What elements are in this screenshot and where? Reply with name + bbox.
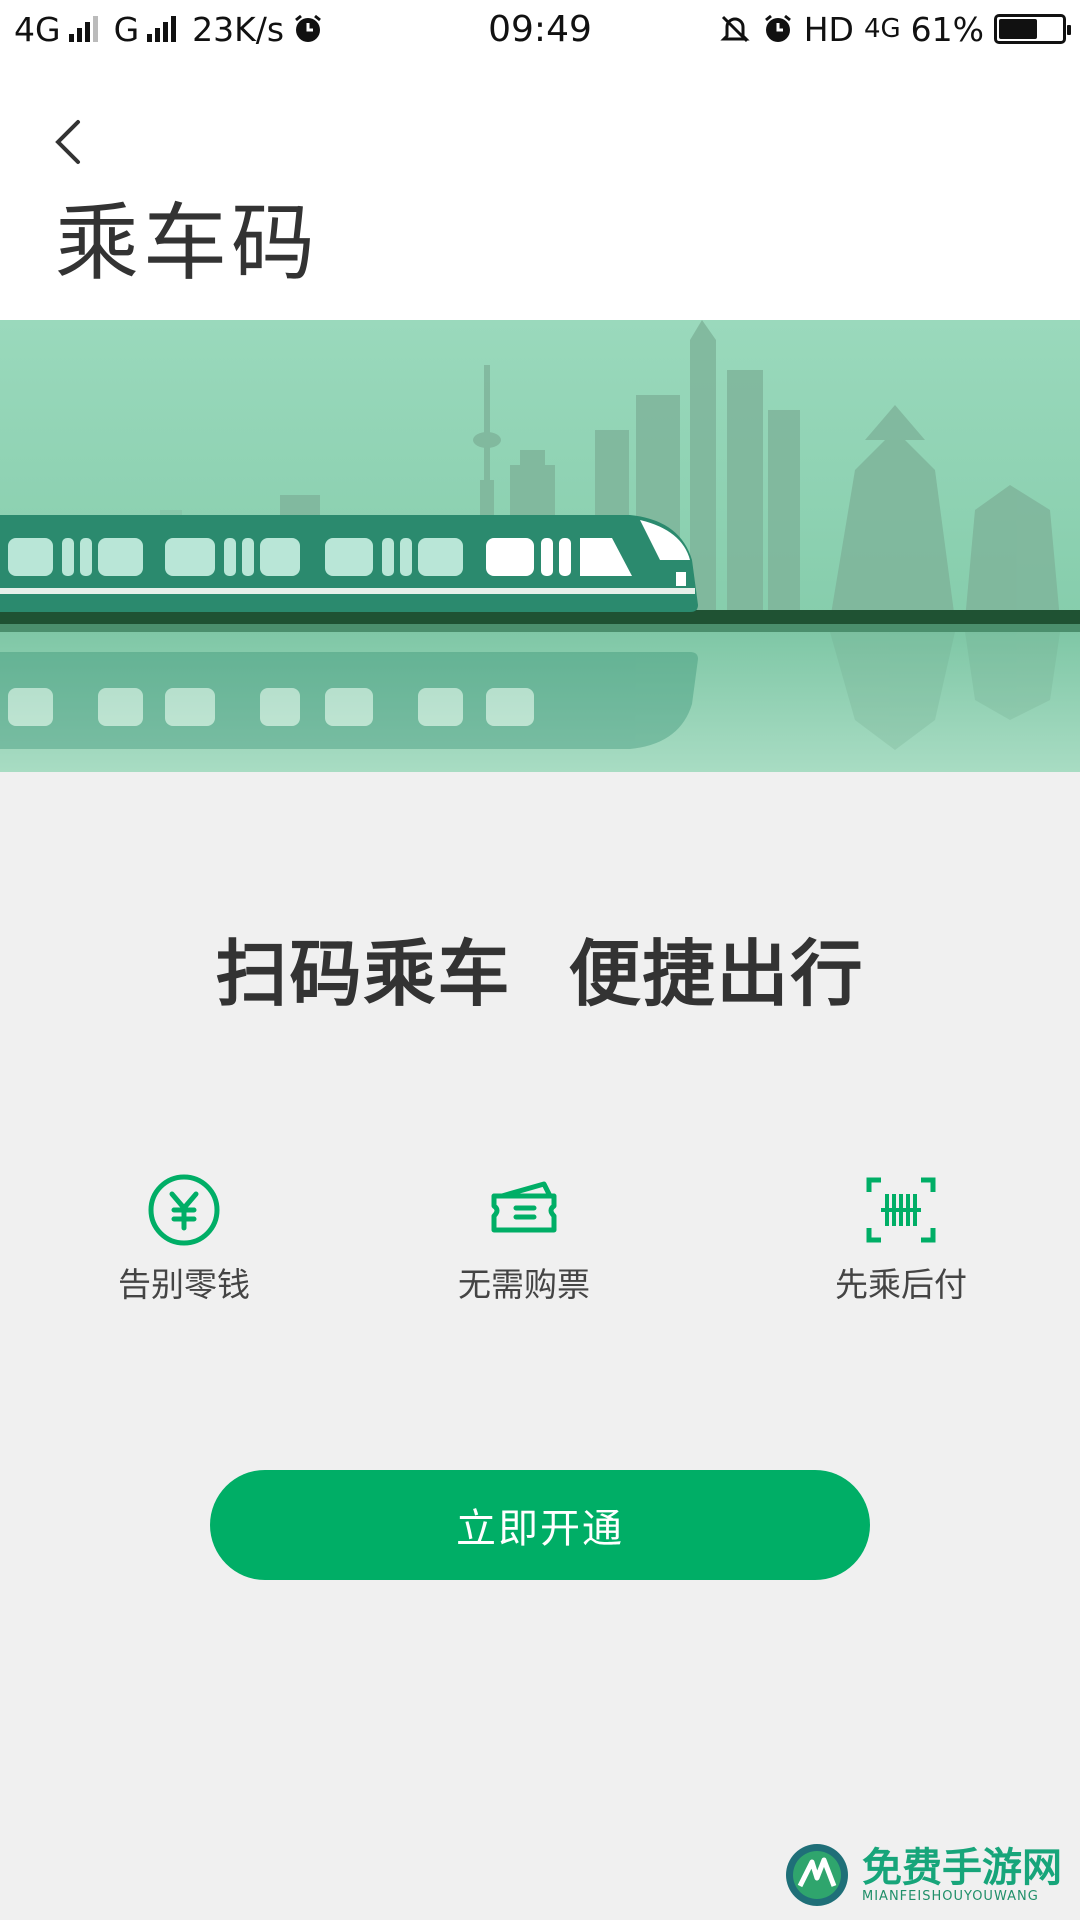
status-right: HD 4G 61% — [718, 9, 1071, 49]
train — [0, 515, 698, 612]
network-type-2: G — [113, 9, 140, 49]
feature-no-change: 告别零钱 — [84, 1170, 284, 1306]
network-type-3: 4G — [863, 14, 901, 44]
activate-button[interactable]: 立即开通 — [210, 1470, 870, 1580]
network-speed: 23K/s — [192, 9, 285, 49]
feature-label: 先乘后付 — [835, 1265, 967, 1304]
alarm-icon — [295, 14, 322, 42]
feature-no-ticket: 无需购票 — [424, 1170, 624, 1306]
watermark: 免费手游网 MIANFEISHOUYOUWANG — [782, 1840, 1062, 1910]
slogan: 扫码乘车 便捷出行 — [215, 932, 865, 1016]
city-train-illustration — [0, 320, 1080, 772]
features-row: 告别零钱 无需购票 先乘后付 — [0, 1170, 1080, 1320]
chevron-left-icon — [55, 120, 80, 164]
page-title: 乘车码 — [55, 194, 320, 292]
back-button[interactable] — [40, 98, 100, 178]
status-bar: 4G G 23K/s 09:49 HD 4G 61% — [0, 0, 1080, 58]
signal-icon — [68, 16, 98, 42]
feature-label: 告别零钱 — [118, 1265, 250, 1304]
header: 乘车码 — [0, 58, 1080, 320]
network-type-1: 4G — [14, 9, 61, 49]
hd-indicator: HD — [803, 9, 854, 49]
yuan-coin-icon — [148, 1174, 220, 1246]
battery-icon — [994, 14, 1071, 44]
alarm-icon-2 — [764, 14, 791, 42]
watermark-cn: 免费手游网 — [862, 1843, 1062, 1891]
battery-percent: 61% — [910, 9, 984, 49]
status-left: 4G G 23K/s — [14, 10, 324, 49]
ticket-icon — [491, 1181, 557, 1233]
watermark-logo-icon — [786, 1844, 848, 1906]
barcode-scan-icon — [866, 1177, 936, 1243]
banner — [0, 320, 1080, 772]
battery-fill — [999, 19, 1037, 39]
watermark-text: 免费手游网 MIANFEISHOUYOUWANG — [862, 1843, 1062, 1904]
watermark-en: MIANFEISHOUYOUWANG — [862, 1888, 1039, 1904]
signal-icon-2 — [147, 16, 177, 42]
feature-pay-later: 先乘后付 — [801, 1170, 1001, 1306]
mute-bell-icon — [720, 15, 750, 43]
feature-label: 无需购票 — [458, 1265, 590, 1304]
